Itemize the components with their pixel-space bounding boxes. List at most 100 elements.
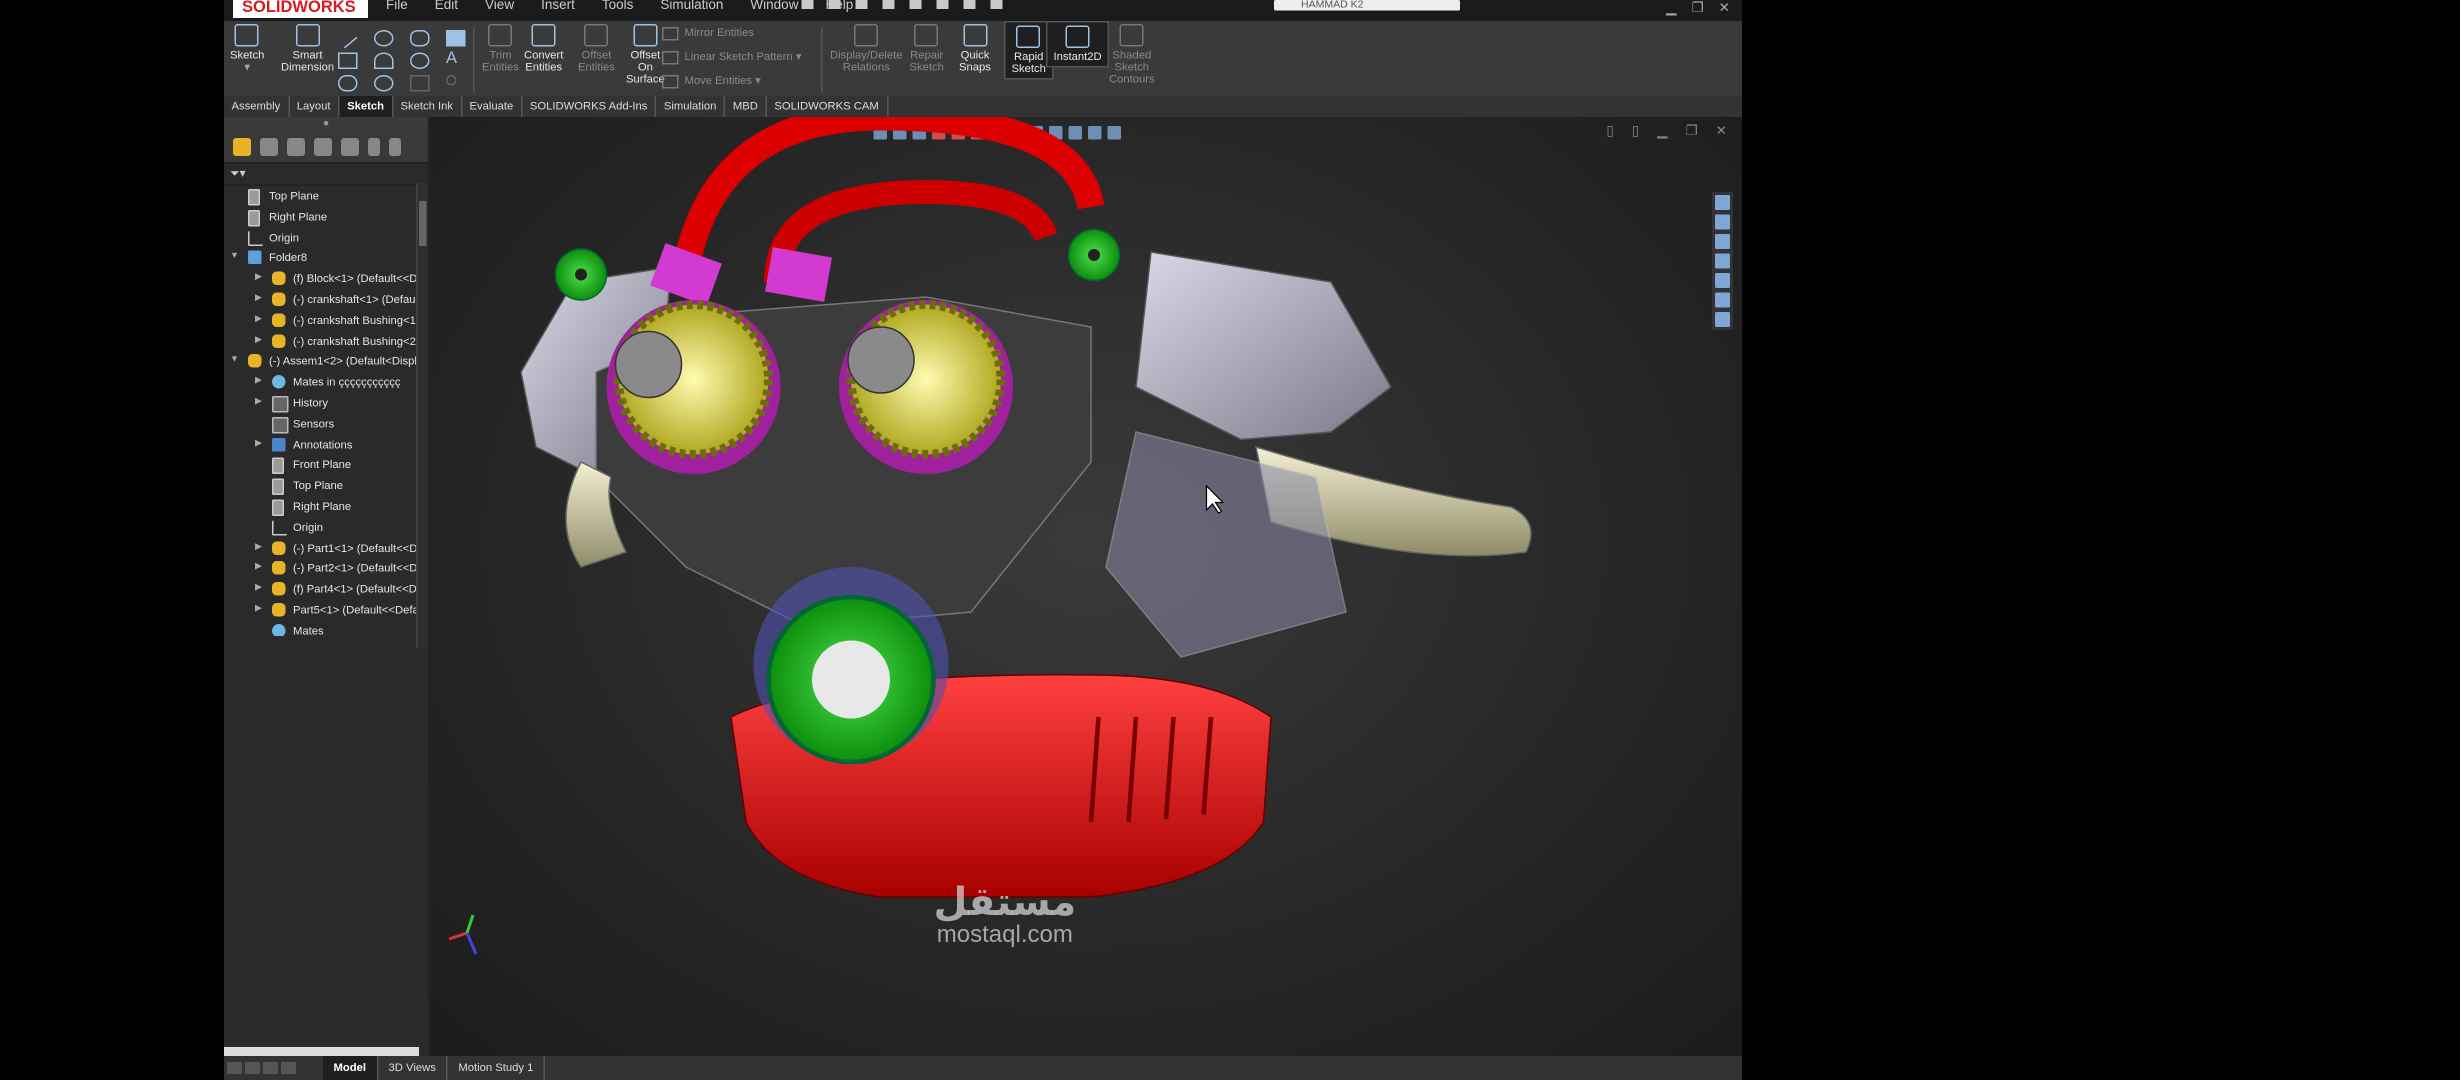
- spline-icon[interactable]: [410, 30, 430, 47]
- tree-item[interactable]: Sensors: [224, 414, 428, 435]
- linear-sketch-pattern-button[interactable]: Linear Sketch Pattern ▾: [662, 50, 802, 64]
- offset-entities-button[interactable]: Offset Entities: [578, 24, 615, 74]
- tree-item[interactable]: Front Plane: [224, 455, 428, 476]
- appearance-tab-icon[interactable]: [341, 138, 359, 156]
- tab-assembly[interactable]: Assembly: [224, 96, 290, 117]
- expand-right-icon[interactable]: ▶: [254, 289, 263, 310]
- save-icon[interactable]: [882, 0, 895, 9]
- tree-item[interactable]: ▶ (-) crankshaft<1> (Default<: [224, 289, 428, 310]
- home-icon[interactable]: [801, 0, 814, 9]
- tree-item[interactable]: ▶ (f) Part4<1> (Default<<Def: [224, 579, 428, 600]
- tab-simulation[interactable]: Simulation: [656, 96, 726, 117]
- solidworks-logo[interactable]: SOLIDWORKS: [233, 0, 368, 18]
- configuration-manager-tab-icon[interactable]: [287, 138, 305, 156]
- tab-sketch[interactable]: Sketch: [339, 96, 393, 117]
- tree-item[interactable]: Origin: [224, 227, 428, 248]
- property-manager-tab-icon[interactable]: [260, 138, 278, 156]
- expand-down-icon[interactable]: ▼: [230, 248, 239, 269]
- menu-insert[interactable]: Insert: [541, 0, 575, 11]
- circle-icon[interactable]: [374, 30, 394, 47]
- expand-right-icon[interactable]: ▶: [254, 434, 263, 455]
- first-tab-icon[interactable]: [227, 1062, 242, 1074]
- expand-right-icon[interactable]: ▶: [254, 559, 263, 580]
- appearances-icon[interactable]: [1715, 273, 1730, 288]
- point-icon[interactable]: [446, 75, 457, 86]
- tree-item[interactable]: Origin: [224, 517, 428, 538]
- hatch-icon[interactable]: [446, 30, 466, 47]
- chevron-right-icon[interactable]: [389, 138, 401, 156]
- trim-entities-button[interactable]: Trim Entities: [482, 24, 519, 74]
- tab-mbd[interactable]: MBD: [725, 96, 767, 117]
- tab-motion-study[interactable]: Motion Study 1: [448, 1056, 546, 1080]
- tab-solidworks-cam[interactable]: SOLIDWORKS CAM: [767, 96, 888, 117]
- options-icon[interactable]: [990, 0, 1003, 9]
- cylinder-head-right[interactable]: [1135, 251, 1392, 441]
- expand-right-icon[interactable]: ▶: [254, 538, 263, 559]
- gear-hub-left[interactable]: [614, 330, 683, 399]
- design-library-icon[interactable]: [1715, 214, 1730, 230]
- file-explorer-icon[interactable]: [1715, 234, 1730, 249]
- scroll-thumb[interactable]: [419, 201, 427, 246]
- engine-model[interactable]: [431, 117, 1742, 1056]
- fillet-icon[interactable]: [410, 75, 430, 92]
- tree-item[interactable]: ▶ History: [224, 393, 428, 414]
- instant2d-button[interactable]: Instant2D: [1046, 21, 1110, 68]
- tree-item[interactable]: ▼ (-) Assem1<2> (Default<Displa: [224, 352, 428, 373]
- next-tab-icon[interactable]: [263, 1062, 278, 1074]
- expand-right-icon[interactable]: ▶: [254, 579, 263, 600]
- select-icon[interactable]: [936, 0, 949, 9]
- expand-right-icon[interactable]: ▶: [254, 269, 263, 290]
- graphics-area[interactable]: ▯ ▯ ▁ ❐ ✕ مستقل mostaql.com: [431, 117, 1742, 1056]
- forum-icon[interactable]: [1715, 312, 1730, 327]
- repair-sketch-button[interactable]: Repair Sketch: [910, 24, 944, 74]
- tree-item[interactable]: ▶ (-) Part1<1> (Default<<Def: [224, 538, 428, 559]
- mirror-entities-button[interactable]: Mirror Entities: [662, 26, 754, 40]
- new-icon[interactable]: [828, 0, 841, 9]
- text-icon[interactable]: A: [446, 50, 463, 67]
- tree-item[interactable]: ▶ (-) crankshaft Bushing<2>: [224, 331, 428, 352]
- search-input[interactable]: HAMMAD K2: [1274, 0, 1460, 11]
- tree-item[interactable]: ▶ (-) crankshaft Bushing<1>: [224, 310, 428, 331]
- tree-item[interactable]: Right Plane: [224, 207, 428, 228]
- tab-sketch-ink[interactable]: Sketch Ink: [393, 96, 463, 117]
- solidworks-resources-icon[interactable]: [1715, 195, 1730, 210]
- expand-right-icon[interactable]: ▶: [254, 372, 263, 393]
- menu-tools[interactable]: Tools: [602, 0, 634, 11]
- menu-window[interactable]: Window: [750, 0, 798, 11]
- tree-item[interactable]: ▶ Mates in ççççççççççç: [224, 372, 428, 393]
- tree-item[interactable]: ▶ Annotations: [224, 434, 428, 455]
- menu-view[interactable]: View: [485, 0, 514, 11]
- polygon-icon[interactable]: [374, 75, 394, 92]
- last-tab-icon[interactable]: [281, 1062, 296, 1074]
- tree-item[interactable]: Mates: [224, 621, 428, 636]
- gear-hub-right[interactable]: [847, 326, 915, 394]
- tree-item[interactable]: Top Plane: [224, 476, 428, 497]
- move-entities-button[interactable]: Move Entities ▾: [662, 74, 761, 88]
- slot-icon[interactable]: [338, 75, 358, 92]
- tree-item[interactable]: Top Plane: [224, 186, 428, 207]
- print-icon[interactable]: [909, 0, 922, 9]
- tab-model[interactable]: Model: [323, 1056, 379, 1080]
- rebuild-icon[interactable]: [963, 0, 976, 9]
- restore-icon[interactable]: ❐: [1692, 0, 1704, 17]
- close-icon[interactable]: ✕: [1719, 0, 1730, 17]
- ellipse-icon[interactable]: [410, 52, 430, 69]
- arc-icon[interactable]: [374, 52, 394, 69]
- feature-tree-tab-icon[interactable]: [233, 138, 251, 156]
- tree-filter[interactable]: ⏷▾: [224, 164, 428, 186]
- smart-dimension-button[interactable]: Smart Dimension: [281, 24, 334, 74]
- chevron-left-icon[interactable]: [368, 138, 380, 156]
- tree-item[interactable]: Right Plane: [224, 496, 428, 517]
- line-icon[interactable]: [335, 26, 358, 49]
- collar-right[interactable]: [765, 247, 832, 302]
- rectangle-icon[interactable]: [338, 52, 358, 69]
- panel-grip[interactable]: ●: [224, 117, 428, 132]
- tree-item[interactable]: ▶ (f) Block<1> (Default<<De: [224, 269, 428, 290]
- menu-simulation[interactable]: Simulation: [660, 0, 723, 11]
- shaded-sketch-contours-button[interactable]: Shaded Sketch Contours: [1109, 24, 1155, 86]
- display-delete-relations-button[interactable]: Display/Delete Relations: [830, 24, 903, 74]
- tab-evaluate[interactable]: Evaluate: [462, 96, 523, 117]
- tab-addins[interactable]: SOLIDWORKS Add-Ins: [522, 96, 657, 117]
- expand-right-icon[interactable]: ▶: [254, 310, 263, 331]
- minimize-icon[interactable]: ▁: [1666, 0, 1676, 17]
